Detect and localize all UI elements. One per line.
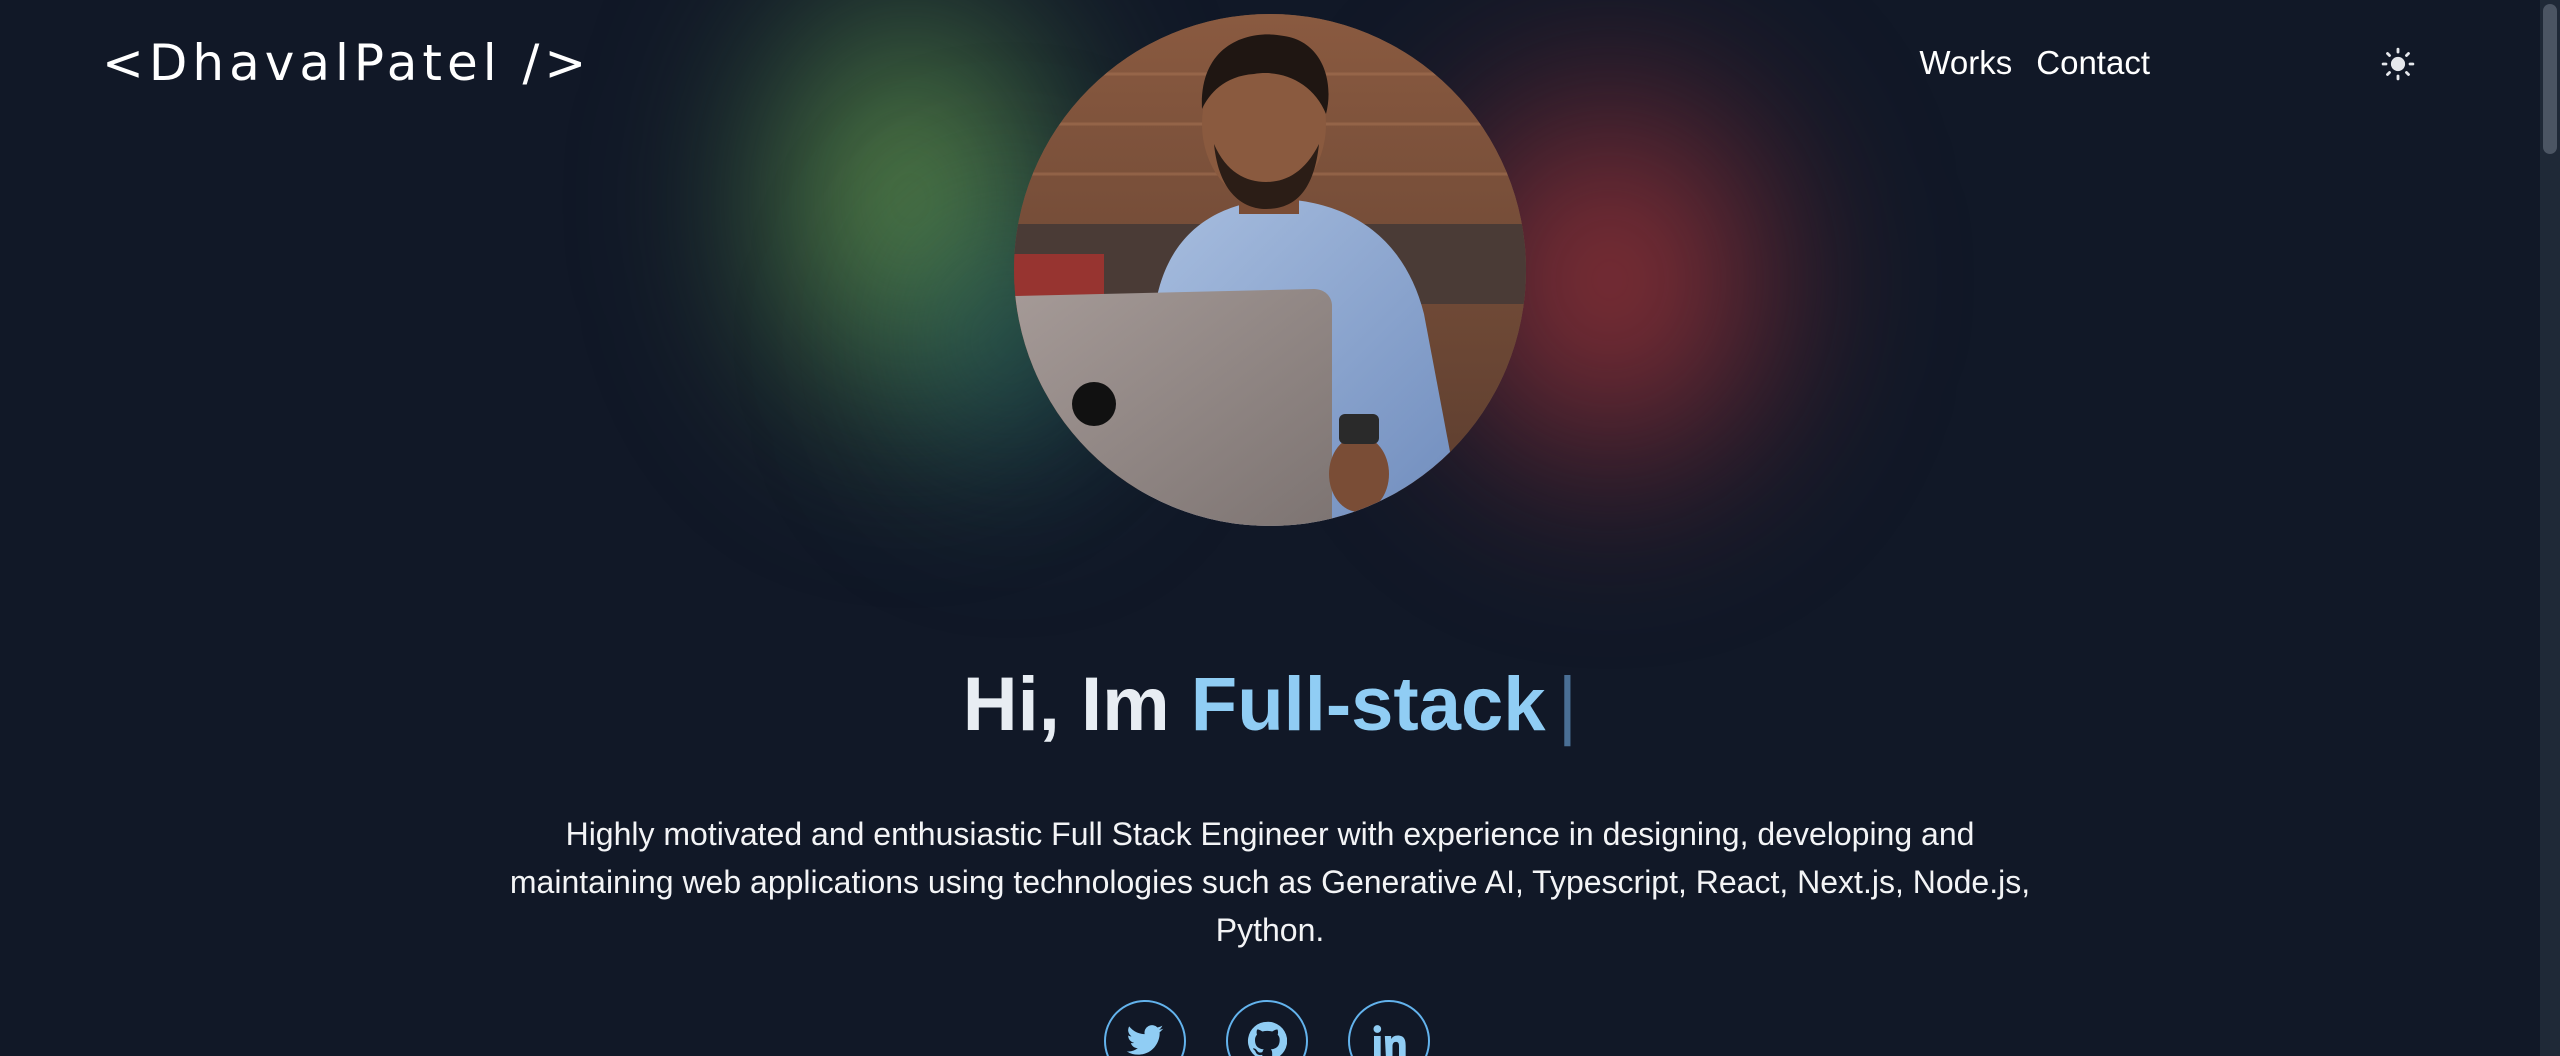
page: <DhavalPatel /> Works Contact Hi, Im Ful…: [0, 0, 2560, 1056]
scrollbar-thumb[interactable]: [2543, 4, 2557, 154]
profile-avatar: [1014, 14, 1526, 526]
nav-link-contact[interactable]: Contact: [2036, 44, 2150, 82]
main-nav: Works Contact: [1919, 44, 2150, 82]
linkedin-link[interactable]: [1348, 1000, 1430, 1056]
profile-photo: [1014, 14, 1526, 526]
nav-link-works[interactable]: Works: [1919, 44, 2012, 82]
typing-cursor: |: [1557, 661, 1578, 747]
github-link[interactable]: [1226, 1000, 1308, 1056]
theme-toggle-button[interactable]: [2378, 44, 2418, 84]
sun-icon: [2381, 47, 2415, 81]
hero-headline: Hi, Im Full-stack |: [0, 661, 2540, 748]
site-logo[interactable]: <DhavalPatel />: [102, 34, 591, 92]
twitter-link[interactable]: [1104, 1000, 1186, 1056]
hero-role: Full-stack: [1190, 661, 1546, 747]
twitter-icon: [1126, 1025, 1164, 1055]
page-scrollbar[interactable]: [2540, 0, 2560, 1056]
social-links: [1104, 1000, 1430, 1056]
hero-greeting: Hi, Im: [962, 661, 1170, 747]
github-icon: [1247, 1021, 1287, 1056]
hero-bio: Highly motivated and enthusiastic Full S…: [509, 816, 2031, 948]
linkedin-icon: [1373, 1025, 1406, 1056]
